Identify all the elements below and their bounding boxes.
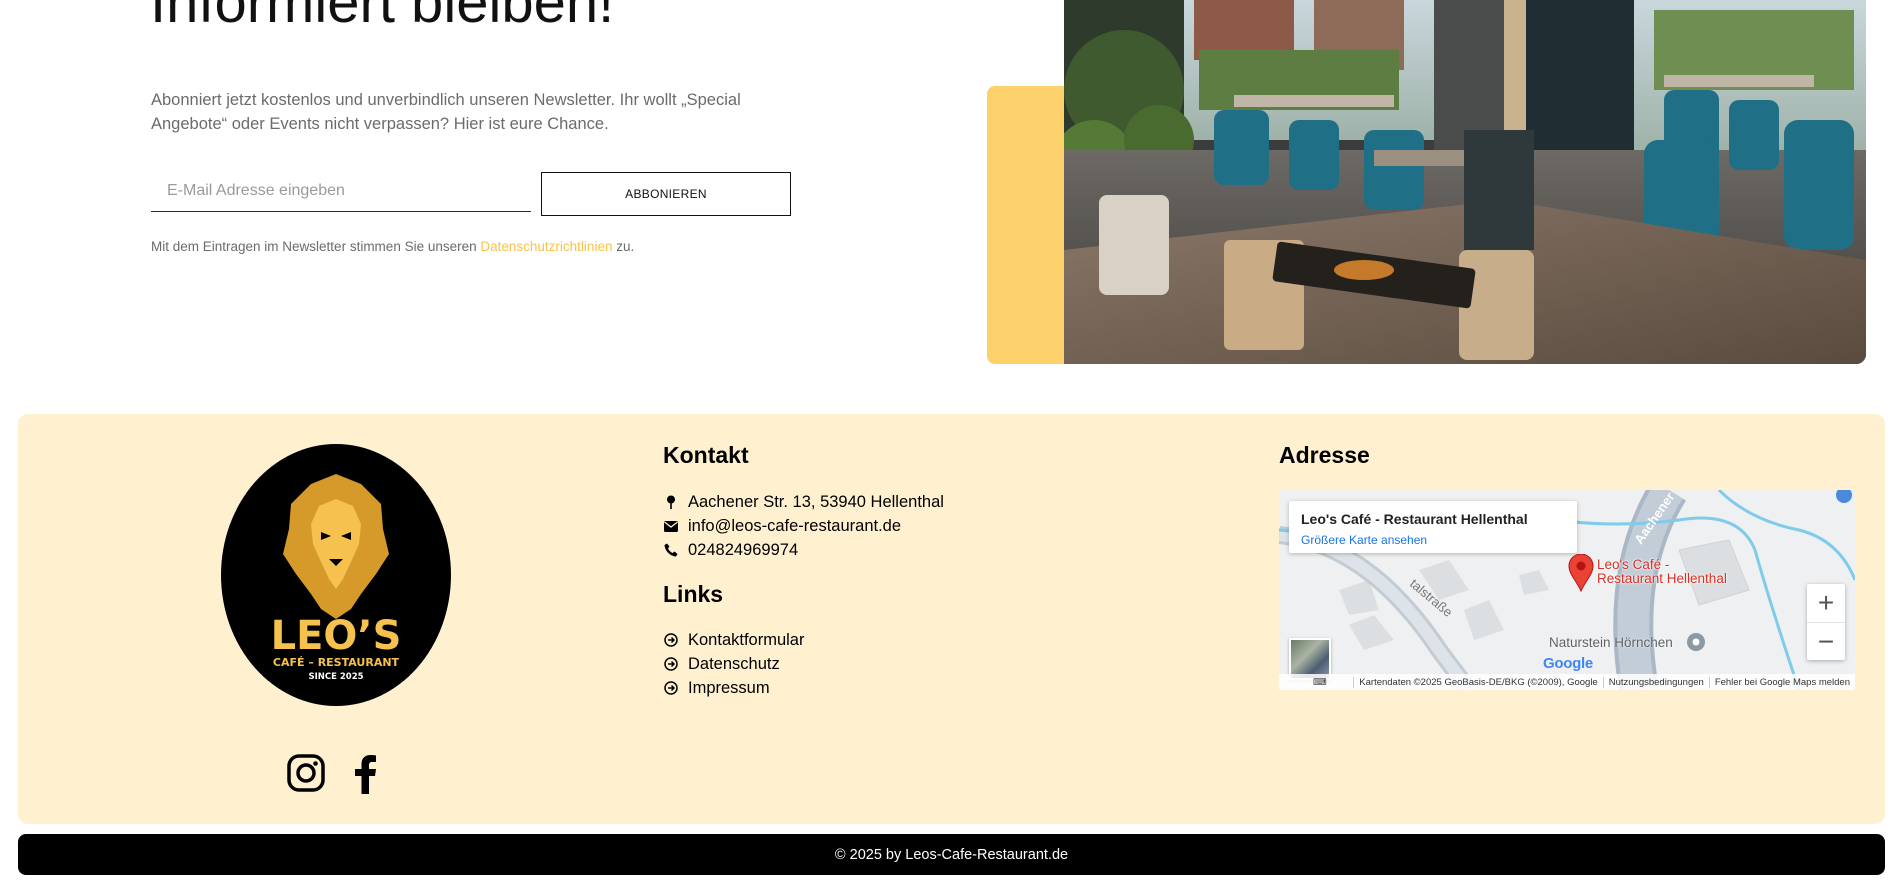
links-title: Links: [663, 581, 724, 607]
contact-email-text[interactable]: info@leos-cafe-restaurant.de: [688, 517, 901, 536]
link-impressum-label[interactable]: Impressum: [688, 679, 770, 698]
logo-tagline: CAFÉ – RESTAURANT: [273, 656, 400, 669]
copyright-text: © 2025 by Leos-Cafe-Restaurant.de: [834, 846, 1069, 863]
contact-list: Aachener Str. 13, 53940 Hellenthal info@…: [663, 490, 944, 562]
map-terms-link[interactable]: Nutzungsbedingungen: [1602, 676, 1709, 688]
privacy-policy-link[interactable]: Datenschutzrichtlinien: [480, 239, 612, 254]
contact-email[interactable]: info@leos-cafe-restaurant.de: [663, 514, 944, 538]
consent-prefix: Mit dem Eintragen im Newsletter stimmen …: [151, 239, 477, 254]
map-pin-icon: [663, 494, 679, 510]
instagram-icon[interactable]: [287, 754, 325, 792]
facebook-icon[interactable]: [350, 754, 380, 794]
links-list: Kontaktformular Datenschutz Impressum: [663, 628, 804, 700]
map-pin-marker-icon[interactable]: [1568, 554, 1594, 592]
contact-address-text: Aachener Str. 13, 53940 Hellenthal: [688, 492, 944, 511]
zoom-out-button[interactable]: −: [1807, 623, 1845, 661]
link-kontaktformular[interactable]: Kontaktformular: [663, 628, 804, 652]
arrow-circle-right-icon: [663, 632, 679, 648]
leos-logo: LEO’S CAFÉ – RESTAURANT SINCE 2025: [221, 444, 451, 706]
link-datenschutz-label[interactable]: Datenschutz: [688, 655, 780, 674]
contact-phone[interactable]: 024824969974: [663, 538, 944, 562]
restaurant-interior-photo: [1064, 0, 1866, 364]
copyright-bar: © 2025 by Leos-Cafe-Restaurant.de: [18, 834, 1885, 875]
link-impressum[interactable]: Impressum: [663, 676, 804, 700]
google-logo: Google: [1543, 655, 1593, 672]
logo-brand: LEO’S: [271, 613, 402, 659]
map-attribution-bar: ⌨ Kartendaten ©2025 GeoBasis-DE/BKG (©20…: [1279, 674, 1855, 690]
logo-since: SINCE 2025: [308, 672, 363, 682]
consent-suffix: zu.: [616, 239, 635, 254]
map-poi-label: Naturstein Hörnchen: [1549, 635, 1673, 650]
arrow-circle-right-icon: [663, 680, 679, 696]
google-logo-text: Google: [1543, 655, 1593, 672]
zoom-in-button[interactable]: +: [1807, 584, 1845, 623]
email-input[interactable]: [151, 170, 531, 212]
link-kontaktformular-label[interactable]: Kontaktformular: [688, 631, 804, 650]
map-report-link[interactable]: Fehler bei Google Maps melden: [1708, 676, 1855, 688]
link-datenschutz[interactable]: Datenschutz: [663, 652, 804, 676]
map-place-label: Leo's Café - Restaurant Hellenthal: [1597, 558, 1727, 586]
keyboard-icon[interactable]: ⌨: [1279, 677, 1332, 688]
address-title: Adresse: [1279, 442, 1370, 468]
map-card-title: Leo's Café - Restaurant Hellenthal: [1301, 511, 1528, 527]
arrow-circle-right-icon: [663, 656, 679, 672]
map-info-card: Leo's Café - Restaurant Hellenthal Größe…: [1289, 501, 1577, 553]
larger-map-link[interactable]: Größere Karte ansehen: [1301, 533, 1427, 547]
newsletter-consent: Mit dem Eintragen im Newsletter stimmen …: [151, 239, 634, 254]
map-attribution: Kartendaten ©2025 GeoBasis-DE/BKG (©2009…: [1353, 676, 1602, 688]
phone-icon: [663, 542, 679, 558]
newsletter-description: Abonniert jetzt kostenlos und unverbindl…: [151, 91, 741, 133]
map-place-label-line1: Leo's Café -: [1597, 557, 1670, 572]
contact-title: Kontakt: [663, 442, 749, 468]
map-place-label-line2: Restaurant Hellenthal: [1597, 571, 1727, 586]
contact-phone-text[interactable]: 024824969974: [688, 541, 798, 560]
subscribe-button[interactable]: ABBONIEREN: [541, 172, 791, 216]
google-map[interactable]: talstraße Aachener Leo's Café - Restaura…: [1279, 490, 1855, 690]
contact-address: Aachener Str. 13, 53940 Hellenthal: [663, 490, 944, 514]
newsletter-title: Informiert bleiben!: [150, 0, 615, 35]
map-zoom-controls: + −: [1807, 584, 1845, 660]
envelope-icon: [663, 518, 679, 534]
